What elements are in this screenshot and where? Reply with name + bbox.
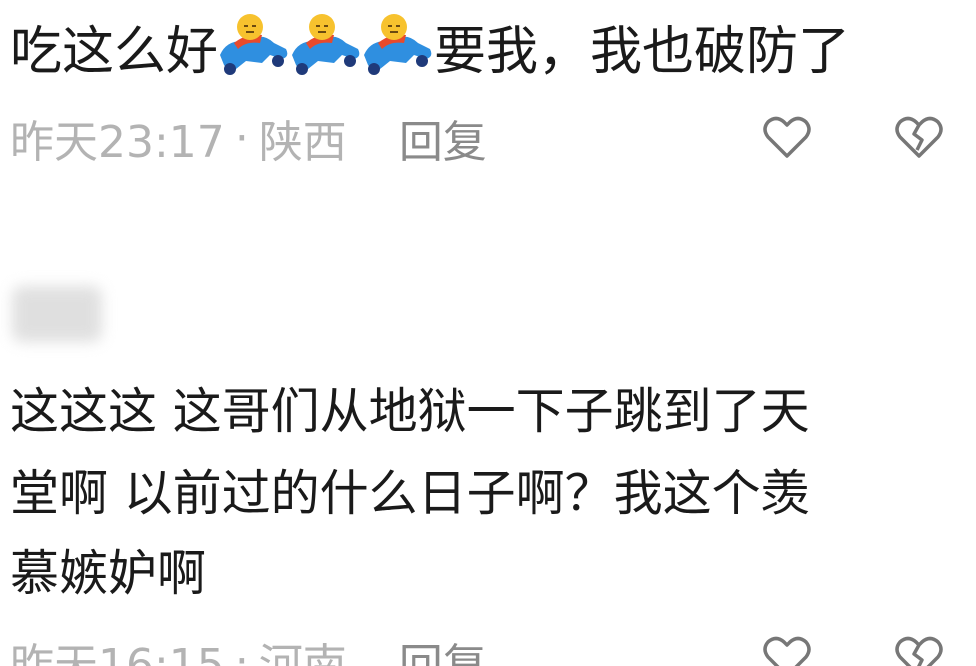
comment-1-text-before: 吃这么好 [10, 21, 219, 82]
comment-2-time: 昨天16:15 [10, 640, 225, 666]
comment-2-meta-row: 昨天16:15 · 河南 回复 [0, 626, 976, 666]
comment-1-location: 陕西 [258, 117, 347, 168]
comment-2-location: 河南 [258, 640, 347, 666]
blurred-username [12, 286, 102, 342]
lying-flat-emoji-icon [364, 14, 432, 75]
comment-1-reply-button[interactable]: 回复 [399, 106, 487, 170]
meta-separator: · [234, 112, 249, 164]
meta-separator: · [234, 635, 249, 666]
heart-icon[interactable] [760, 630, 814, 666]
heart-icon[interactable] [760, 110, 814, 164]
broken-heart-icon[interactable] [892, 630, 946, 666]
lying-flat-emoji-icon [220, 14, 288, 75]
comment-2-line-2: 堂啊 以前过的什么日子啊？我这个羡 [10, 464, 810, 522]
broken-heart-icon[interactable] [892, 110, 946, 164]
lying-flat-emoji-icon [292, 14, 360, 75]
comment-1-time: 昨天23:17 [10, 117, 225, 168]
comment-2-meta: 昨天16:15 · 河南 回复 [10, 626, 487, 666]
comment-1-text-after: 要我，我也破防了 [434, 21, 851, 82]
comment-2-reply-button[interactable]: 回复 [399, 629, 487, 666]
comment-1-text: 吃这么好 要我，我也破防了 [10, 0, 850, 92]
comment-2-line-1: 这这这 这哥们从地狱一下子跳到了天 [10, 382, 810, 440]
comment-2-line-3: 慕嫉妒啊 [10, 544, 207, 602]
comment-1-meta: 昨天23:17 · 陕西 回复 [10, 106, 487, 170]
